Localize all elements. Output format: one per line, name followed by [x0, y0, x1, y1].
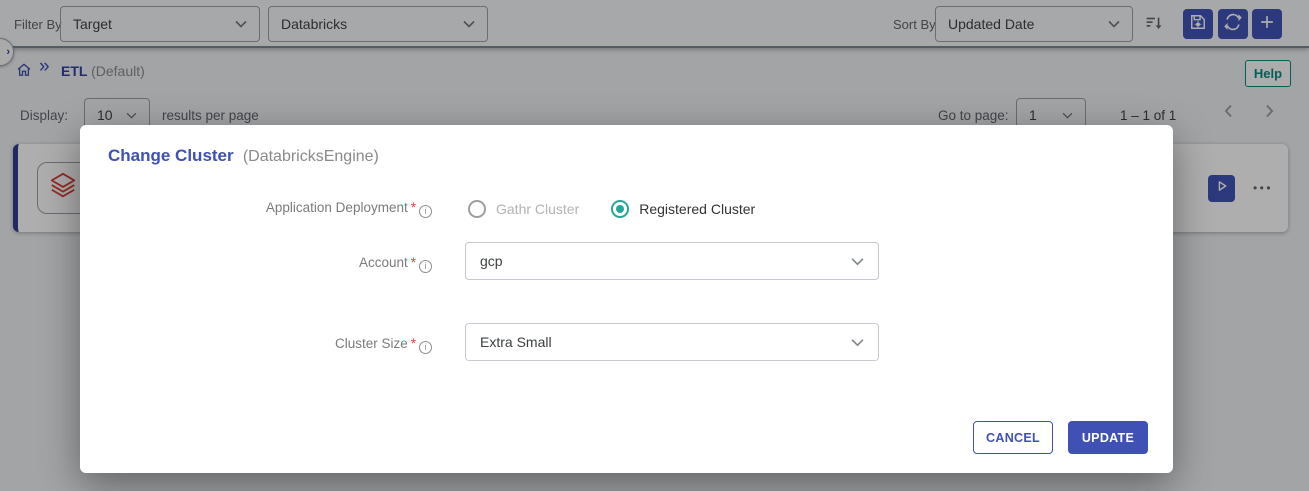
account-label: Account * [80, 255, 432, 273]
radio-gathr-cluster[interactable]: Gathr Cluster [468, 200, 579, 218]
change-cluster-modal: Change Cluster (DatabricksEngine) Applic… [80, 125, 1173, 473]
update-button[interactable]: UPDATE [1068, 421, 1148, 454]
application-deployment-radiogroup: Gathr Cluster Registered Cluster [468, 197, 755, 221]
radio-label: Registered Cluster [639, 201, 756, 217]
radio-registered-cluster[interactable]: Registered Cluster [611, 200, 755, 218]
cluster-size-dropdown[interactable]: Extra Small [465, 323, 879, 361]
required-asterisk: * [410, 200, 416, 215]
required-asterisk: * [410, 255, 416, 270]
info-icon[interactable] [419, 259, 432, 273]
radio-selected-icon [611, 200, 630, 218]
modal-title: Change Cluster (DatabricksEngine) [108, 146, 379, 165]
cluster-size-label: Cluster Size * [80, 336, 432, 354]
info-icon[interactable] [419, 340, 432, 354]
info-icon[interactable] [419, 204, 432, 218]
account-dropdown[interactable]: gcp [465, 242, 879, 280]
chevron-down-icon [851, 334, 864, 350]
modal-subtitle: (DatabricksEngine) [242, 148, 379, 165]
application-deployment-label: Application Deployment * [80, 200, 432, 218]
radio-label: Gathr Cluster [496, 201, 580, 217]
app-screen: Filter By Target Databricks Sort By Upda… [0, 0, 1309, 491]
cluster-size-value: Extra Small [480, 334, 552, 350]
radio-unselected-icon [468, 200, 486, 218]
account-value: gcp [480, 253, 503, 269]
chevron-down-icon [851, 253, 864, 269]
cancel-button[interactable]: CANCEL [973, 421, 1053, 454]
required-asterisk: * [410, 336, 416, 351]
